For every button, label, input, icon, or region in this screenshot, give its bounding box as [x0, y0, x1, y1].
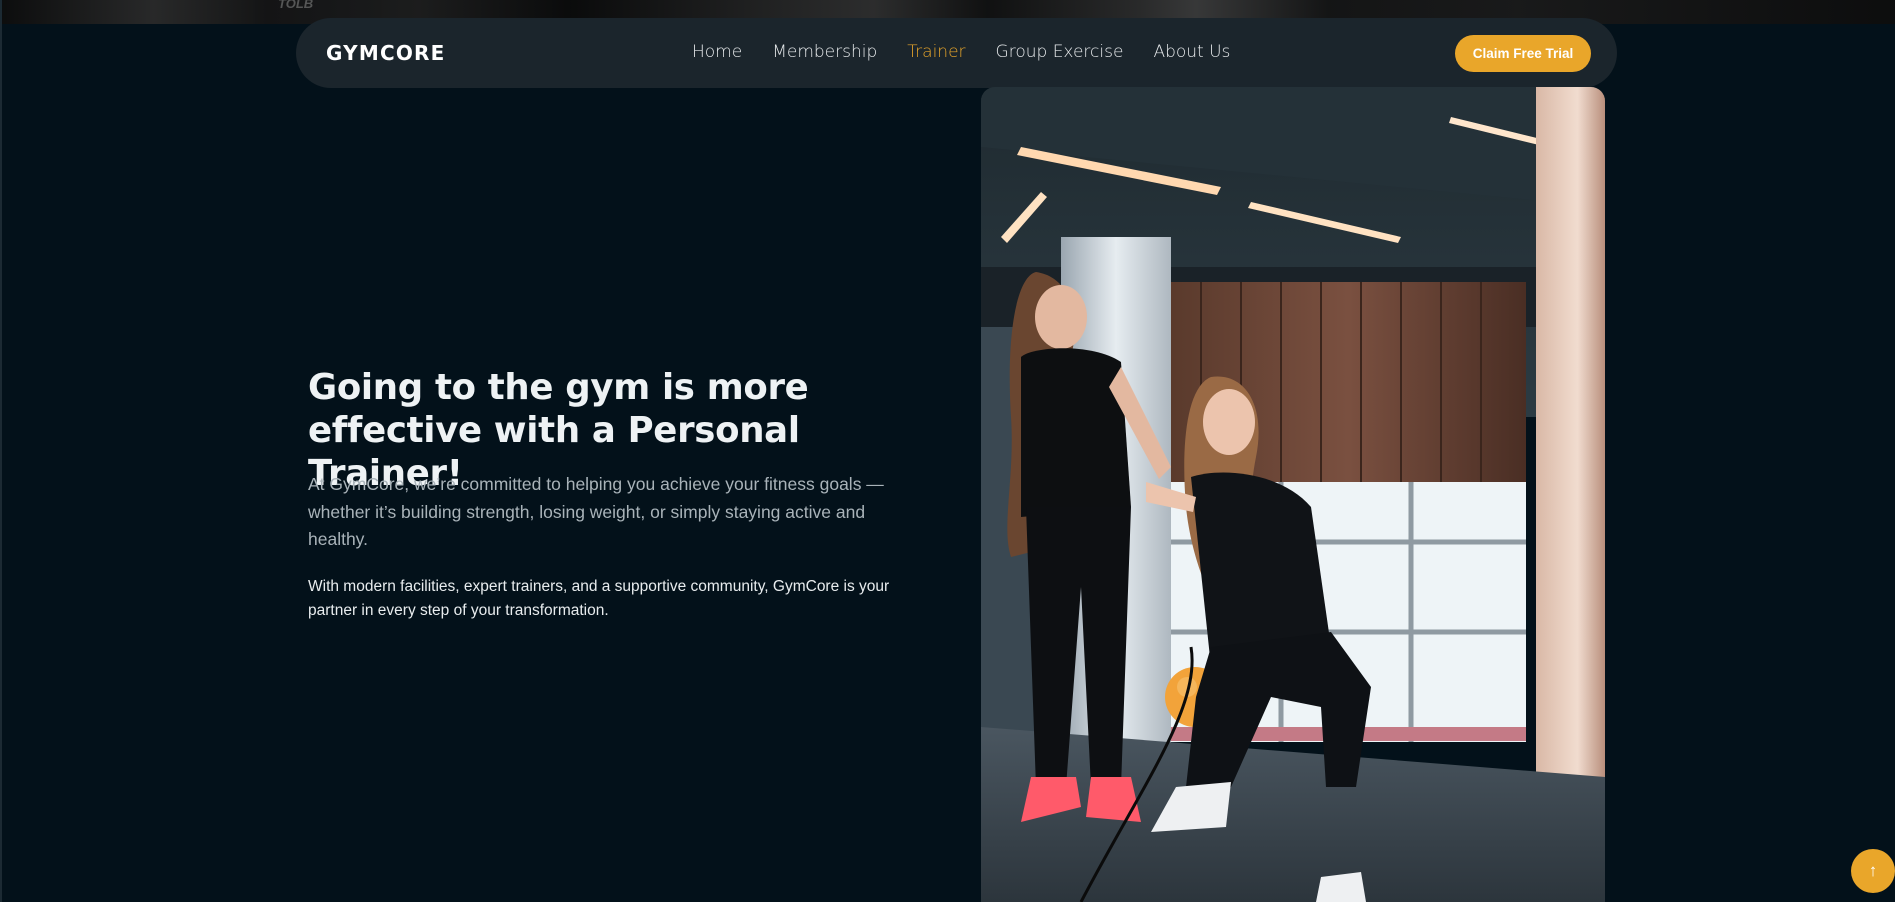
nav-links: Home Membership Trainer Group Exercise A… — [692, 42, 1260, 62]
nav-link-home[interactable]: Home — [692, 42, 742, 62]
nav-link-membership[interactable]: Membership — [772, 42, 877, 62]
hero-body-text: With modern facilities, expert trainers,… — [308, 578, 890, 619]
claim-free-trial-button[interactable]: Claim Free Trial — [1455, 35, 1591, 72]
page: TOLB GYMCORE Home Membership Trainer Gro… — [0, 0, 1895, 902]
nav-link-group-exercise[interactable]: Group Exercise — [996, 42, 1124, 62]
logo[interactable]: GYMCORE — [326, 41, 446, 65]
nav-link-about-us[interactable]: About Us — [1153, 42, 1230, 62]
trainer-photo — [981, 87, 1605, 902]
navbar: GYMCORE Home Membership Trainer Group Ex… — [296, 18, 1617, 88]
nav-link-trainer[interactable]: Trainer — [907, 42, 965, 62]
hero-lead-text: At GymCore, we’re committed to helping y… — [308, 474, 884, 549]
arrow-up-icon: ↑ — [1868, 861, 1878, 880]
background-sign-text: TOLB — [278, 0, 314, 11]
scroll-to-top-button[interactable]: ↑ — [1851, 849, 1895, 893]
trainer-photo-illustration — [981, 87, 1605, 902]
